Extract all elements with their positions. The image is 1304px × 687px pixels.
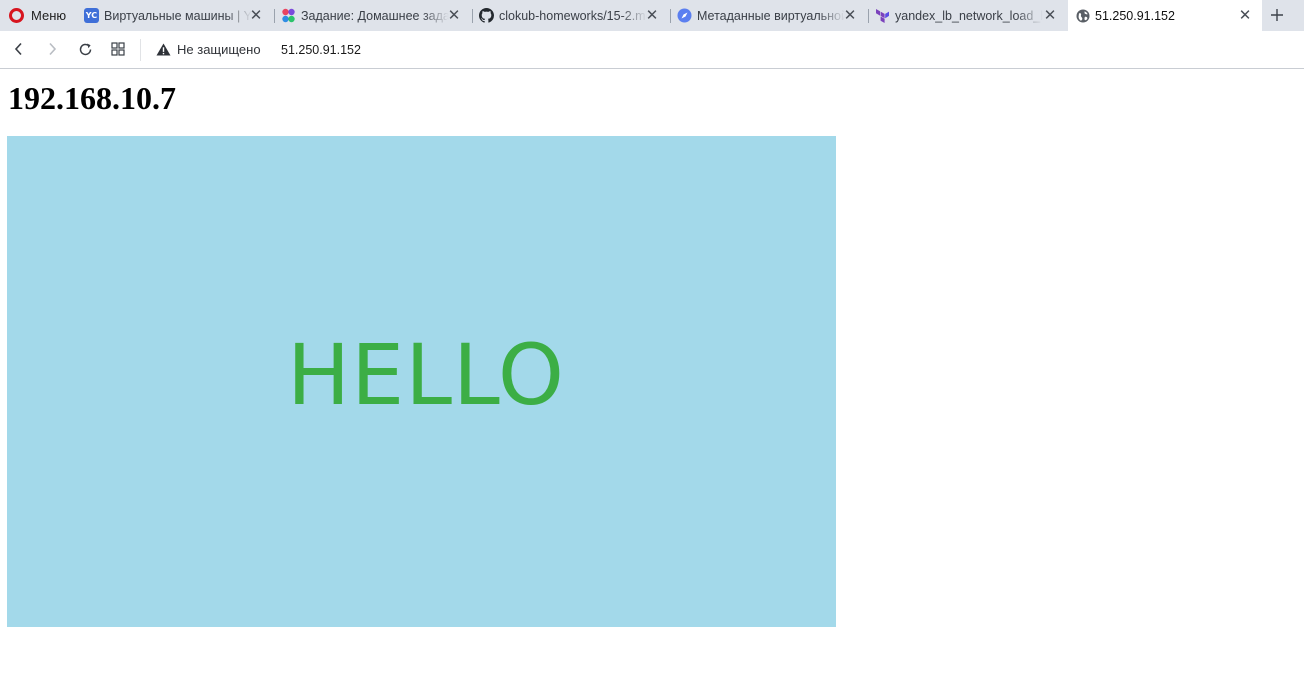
grid-icon	[111, 42, 125, 56]
security-label: Не защищено	[177, 42, 261, 57]
tab-github-homework[interactable]: clokub-homeworks/15-2.md ✕	[472, 0, 669, 31]
netology-icon	[281, 8, 296, 23]
reload-icon	[79, 43, 91, 55]
reload-button[interactable]	[74, 38, 96, 60]
forward-arrow-icon	[49, 42, 57, 56]
tab-title: Метаданные виртуальной машины	[697, 8, 845, 23]
tab-current-page[interactable]: 51.250.91.152 ✕	[1068, 0, 1262, 31]
close-tab-icon[interactable]: ✕	[446, 7, 462, 23]
back-arrow-icon	[14, 42, 22, 56]
toolbar-divider	[140, 39, 141, 61]
page-content: 192.168.10.7 HELLO	[0, 70, 1304, 687]
globe-icon	[1075, 8, 1090, 23]
tab-vm-metadata[interactable]: Метаданные виртуальной машины ✕	[670, 0, 867, 31]
security-indicator[interactable]: Не защищено	[156, 42, 261, 57]
hello-banner-image: HELLO	[7, 136, 836, 627]
back-button[interactable]	[8, 38, 30, 60]
close-tab-icon[interactable]: ✕	[1237, 7, 1253, 23]
close-tab-icon[interactable]: ✕	[1042, 7, 1058, 23]
terraform-icon	[875, 8, 890, 23]
compass-icon	[677, 8, 692, 23]
address-toolbar: Не защищено 51.250.91.152	[0, 31, 1304, 69]
close-tab-icon[interactable]: ✕	[248, 7, 264, 23]
url-field[interactable]: 51.250.91.152	[281, 43, 361, 57]
opera-logo-icon	[9, 8, 24, 23]
tab-title: 51.250.91.152	[1095, 8, 1175, 23]
new-tab-button[interactable]	[1264, 3, 1290, 27]
tab-homework-assignment[interactable]: Задание: Домашнее задание ✕	[274, 0, 471, 31]
page-heading: 192.168.10.7	[8, 80, 176, 116]
tab-strip: Меню YC Виртуальные машины | Yandex Clou…	[0, 0, 1304, 31]
yandex-cloud-icon: YC	[84, 8, 99, 23]
github-icon	[479, 8, 494, 23]
tab-title: Задание: Домашнее задание	[301, 8, 449, 23]
tab-terraform-docs[interactable]: yandex_lb_network_load_balancer ✕	[868, 0, 1067, 31]
close-tab-icon[interactable]: ✕	[842, 7, 858, 23]
opera-menu-button[interactable]: Меню	[0, 0, 76, 31]
hello-text: HELLO	[287, 326, 565, 424]
forward-button[interactable]	[41, 38, 63, 60]
tab-title: yandex_lb_network_load_balancer	[895, 8, 1043, 23]
warning-icon	[156, 43, 171, 56]
tab-yandex-cloud-vms[interactable]: YC Виртуальные машины | Yandex Cloud ✕	[77, 0, 273, 31]
tab-title: clokub-homeworks/15-2.md	[499, 8, 647, 23]
close-tab-icon[interactable]: ✕	[644, 7, 660, 23]
speed-dial-button[interactable]	[107, 38, 129, 60]
tab-title: Виртуальные машины | Yandex Cloud	[104, 8, 252, 23]
menu-label: Меню	[31, 8, 67, 23]
plus-icon	[1271, 9, 1283, 21]
